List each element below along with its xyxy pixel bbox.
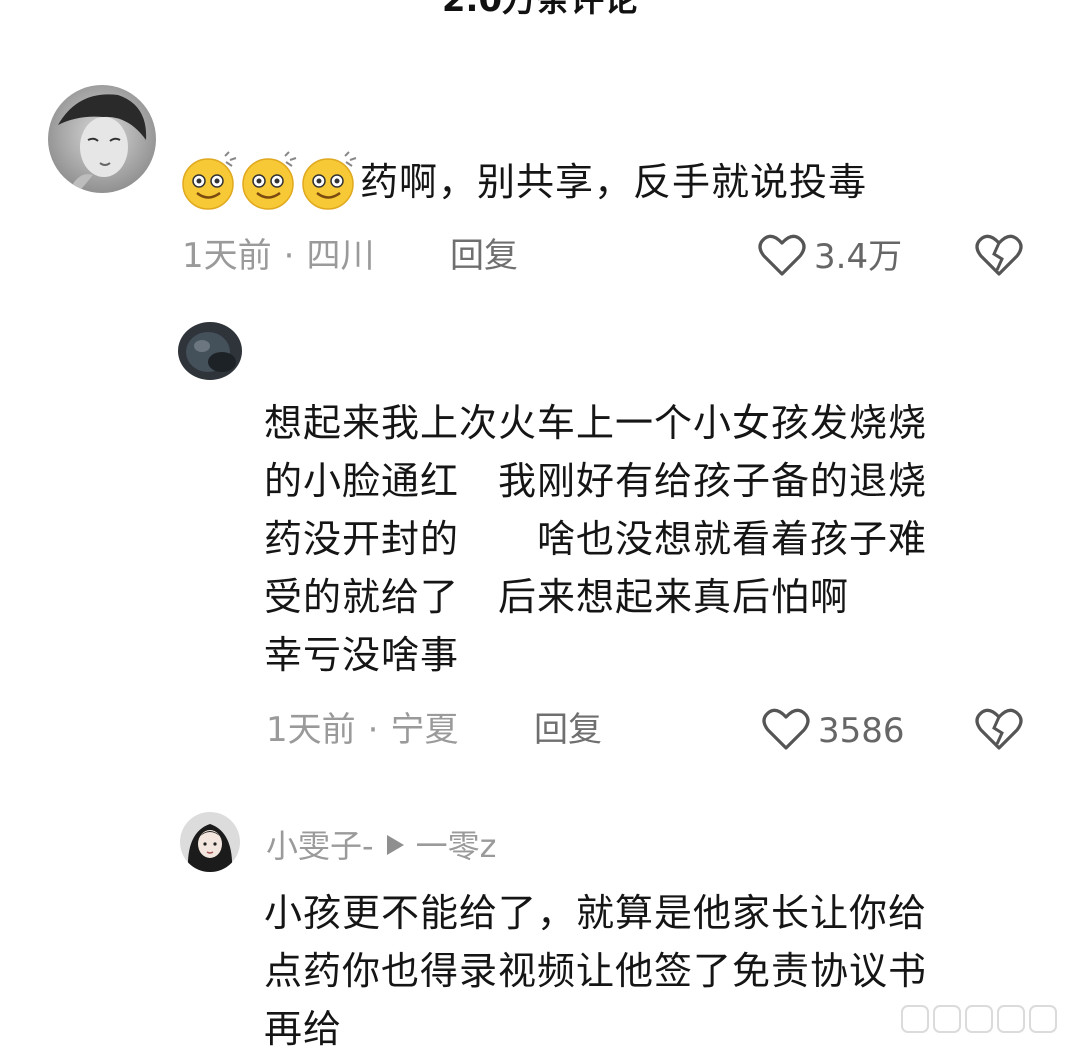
meta-separator: · <box>283 236 295 276</box>
comment-text: 药啊，别共享，反手就说投毒 <box>360 160 868 204</box>
comment-meta: 1天前 · 宁夏 <box>266 710 458 750</box>
avatar[interactable] <box>178 322 242 380</box>
broken-heart-icon <box>975 708 1023 756</box>
like-button[interactable]: 3.4万 <box>758 232 902 282</box>
reply-arrow-icon <box>384 826 406 866</box>
comment-line: 受的就给了 后来想起来真后怕啊 <box>264 575 850 619</box>
like-button[interactable]: 3586 <box>762 706 905 756</box>
comment-meta: 1天前 · 四川 <box>182 236 374 276</box>
comment-line: 幸亏没啥事 <box>264 633 460 677</box>
comment-location: 宁夏 <box>390 710 459 750</box>
dislike-button[interactable] <box>975 232 1023 282</box>
comment-count-title: 2.0万条评论 <box>441 0 639 20</box>
comment-body: 想起来我上次火车上一个小女孩发烧烧 的小脸通红 我刚好有给孩子备的退烧 药没开封… <box>264 394 927 684</box>
comment-body: 小孩更不能给了，就算是他家长让你给 点药你也得录视频让他签了免责协议书 再给 <box>264 884 927 1058</box>
reply-to-username[interactable]: 一零z <box>416 826 497 866</box>
comment-line: 药没开封的 啥也没想就看着孩子难 <box>264 517 928 561</box>
avatar[interactable] <box>180 812 240 872</box>
comment-line: 小孩更不能给了，就算是他家长让你给 <box>264 891 928 935</box>
heart-icon <box>762 706 810 756</box>
comment-location: 四川 <box>306 236 375 276</box>
like-count: 3.4万 <box>814 237 903 277</box>
dislike-button[interactable] <box>975 706 1023 756</box>
username[interactable]: 小雯子- <box>266 826 374 866</box>
like-count: 3586 <box>818 711 905 751</box>
avatar[interactable] <box>48 85 156 193</box>
broken-heart-icon <box>975 234 1023 282</box>
comment-time: 1天前 <box>182 236 272 276</box>
dizzy-smile-icon <box>180 150 240 216</box>
comment-line: 的小脸通红 我刚好有给孩子备的退烧 <box>264 459 928 503</box>
meta-separator: · <box>367 710 379 750</box>
watermark <box>900 1000 1060 1040</box>
dizzy-smile-icon <box>240 150 300 216</box>
comment-time: 1天前 <box>266 710 356 750</box>
comment-line: 点药你也得录视频让他签了免责协议书 <box>264 949 928 993</box>
heart-icon <box>758 232 806 282</box>
reply-button[interactable]: 回复 <box>450 236 518 276</box>
dizzy-smile-icon <box>300 150 360 216</box>
reply-header: 小雯子- 一零z <box>266 826 496 866</box>
comment-line: 再给 <box>264 1007 343 1051</box>
emoji-group <box>180 150 360 216</box>
reply-button[interactable]: 回复 <box>534 710 602 750</box>
comment-line: 想起来我上次火车上一个小女孩发烧烧 <box>264 401 928 445</box>
